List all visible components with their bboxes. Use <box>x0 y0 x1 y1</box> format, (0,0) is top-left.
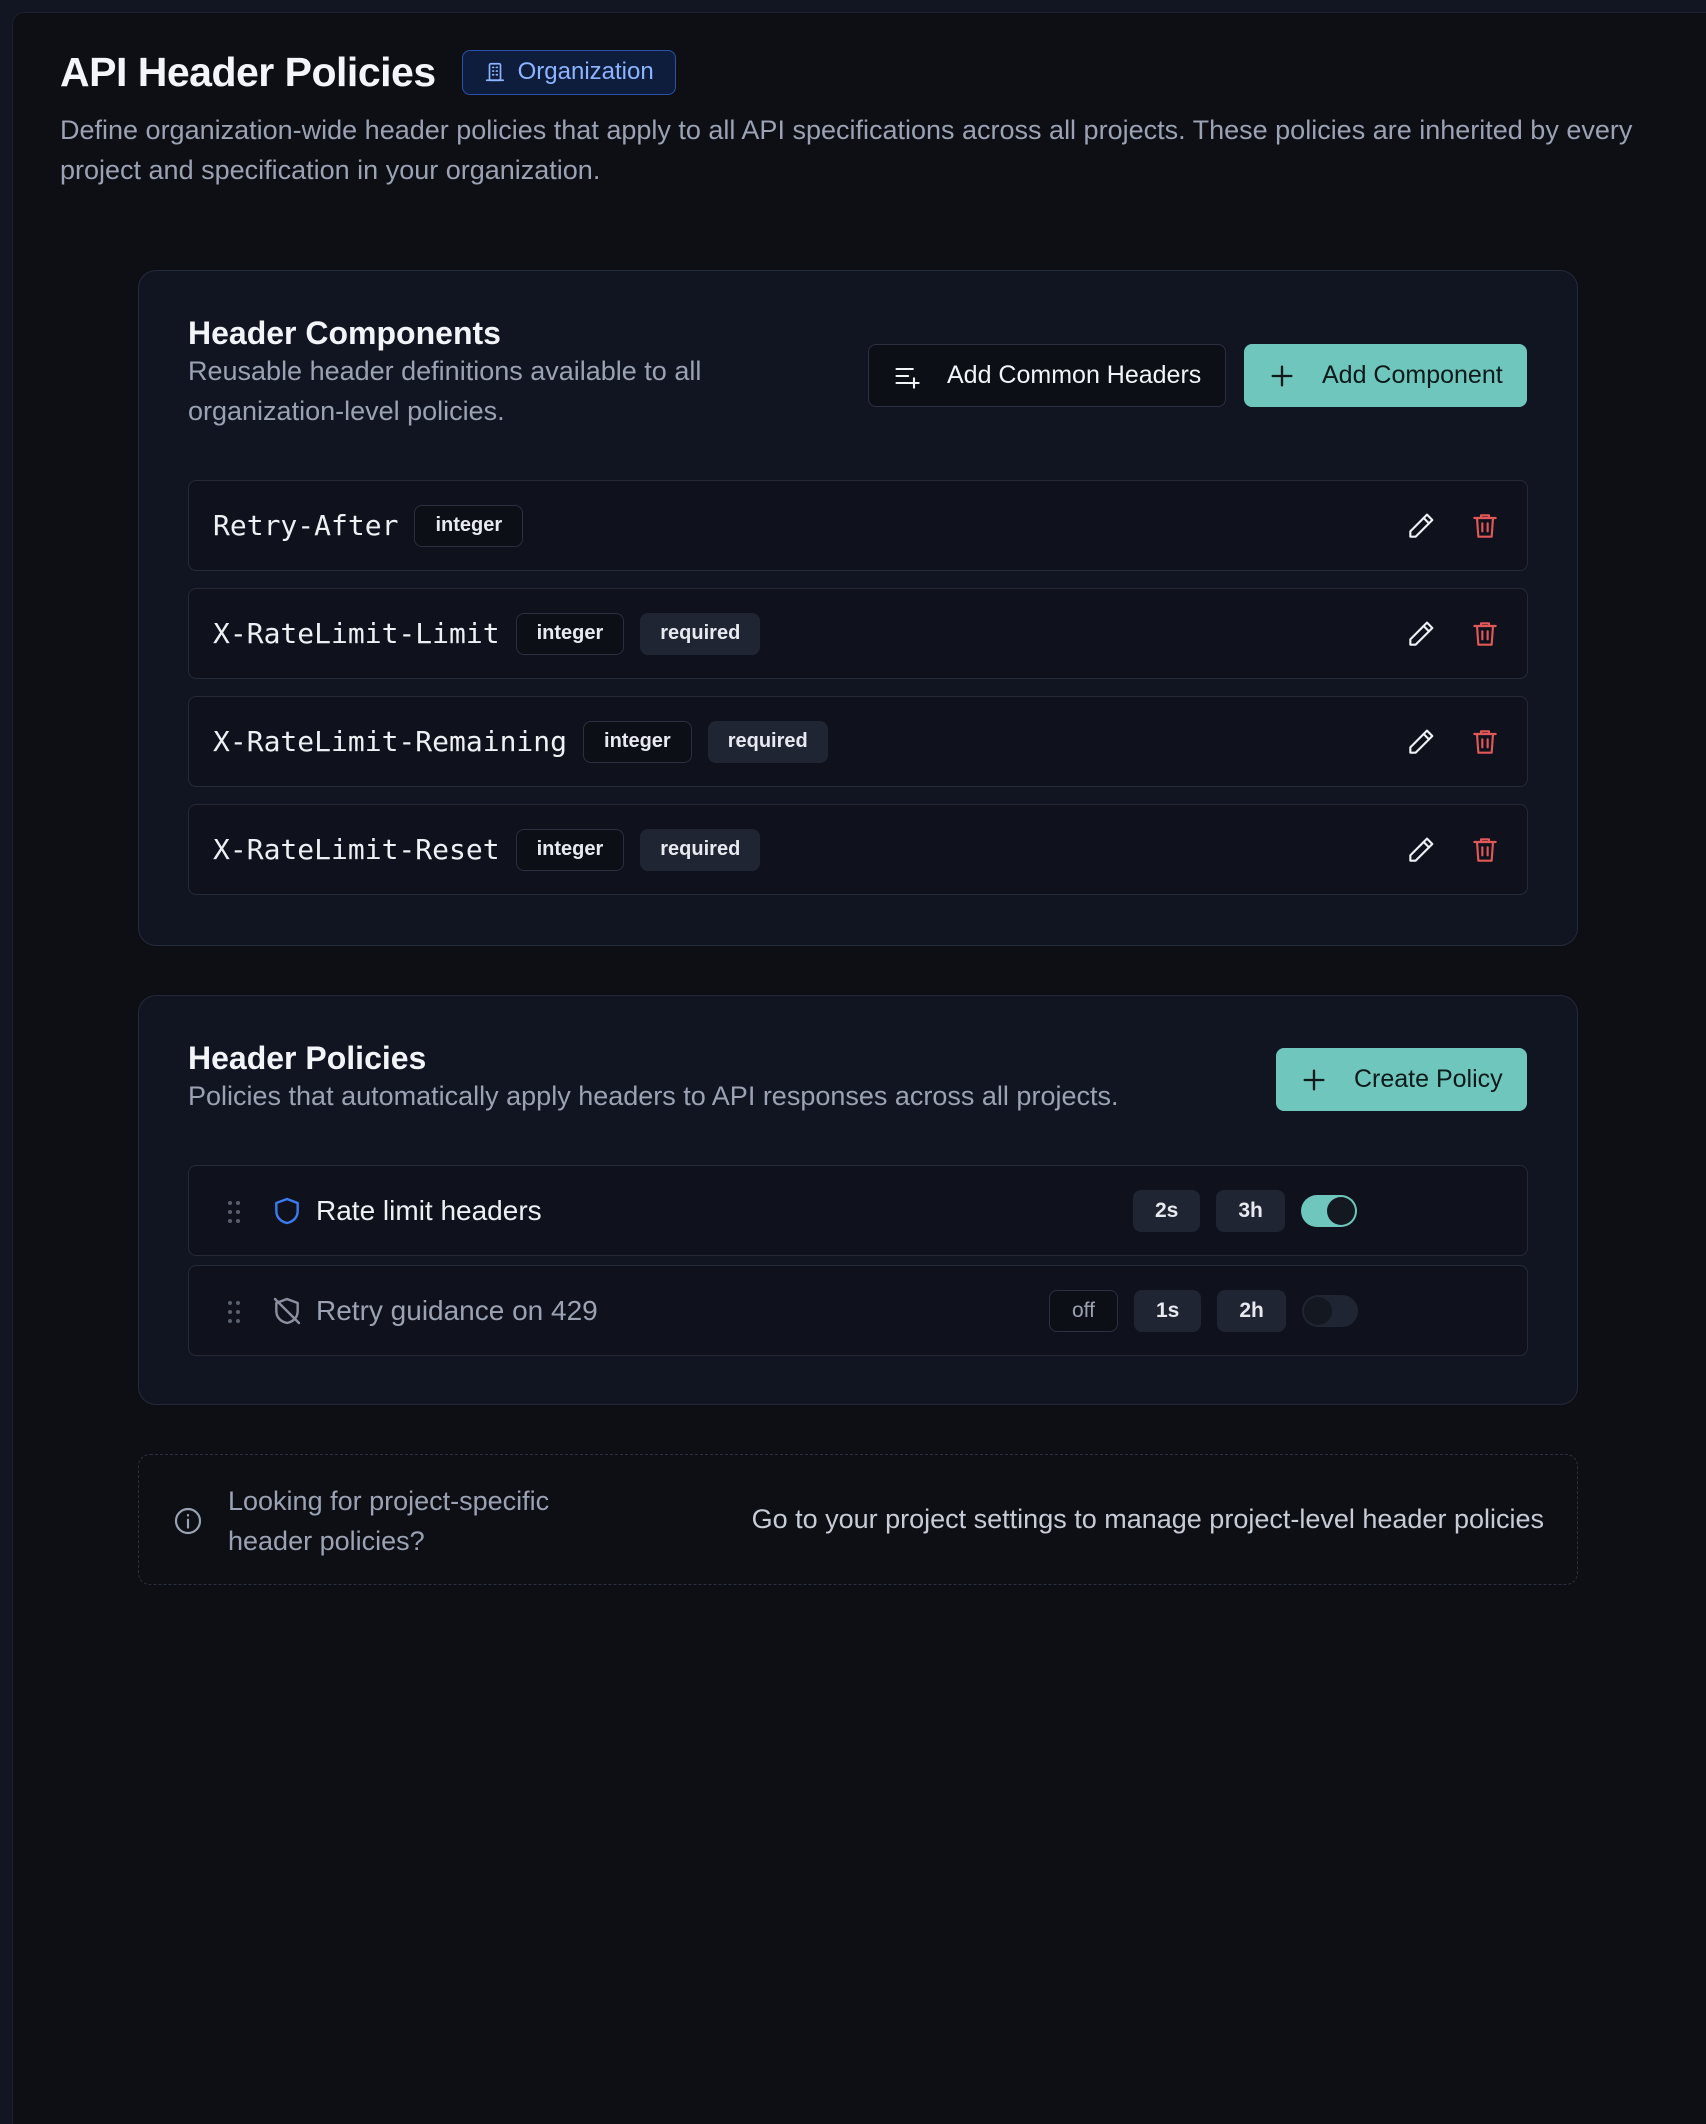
plus-icon <box>1303 1069 1325 1090</box>
add-common-headers-label: Add Common Headers <box>947 361 1202 389</box>
type-tag: integer <box>414 504 524 547</box>
delete-trash-icon[interactable] <box>1469 726 1501 758</box>
policy-chip: 1s <box>1133 1290 1202 1332</box>
info-icon <box>174 1507 202 1535</box>
organization-badge-label: Organization <box>517 58 654 85</box>
drag-handle-icon[interactable] <box>227 1300 241 1324</box>
page-header: API Header Policies Organization Define … <box>60 48 1660 190</box>
policies-title: Header Policies <box>188 1040 427 1076</box>
organization-badge: Organization <box>461 49 676 95</box>
component-row: Retry-After integer <box>188 480 1528 571</box>
header-components-card: Header Components Reusable header defini… <box>138 270 1578 946</box>
list-plus-icon <box>895 367 920 389</box>
create-policy-button[interactable]: Create Policy <box>1276 1048 1527 1111</box>
add-common-headers-button[interactable]: Add Common Headers <box>868 344 1227 407</box>
component-row: X-RateLimit-Remaining integer required <box>188 696 1528 787</box>
component-name: Retry-After <box>213 509 399 542</box>
add-component-label: Add Component <box>1322 361 1503 389</box>
project-policies-info: Looking for project-specific header poli… <box>138 1454 1578 1585</box>
component-row: X-RateLimit-Reset integer required <box>188 804 1528 895</box>
delete-trash-icon[interactable] <box>1469 618 1501 650</box>
page-title: API Header Policies <box>60 48 436 95</box>
edit-pencil-icon[interactable] <box>1405 618 1437 650</box>
components-subtitle-line2: organization-level policies. <box>188 396 505 426</box>
policy-enable-toggle[interactable] <box>1300 1195 1357 1227</box>
type-tag: integer <box>583 720 692 763</box>
shield-icon <box>275 1197 299 1225</box>
components-title: Header Components <box>188 315 501 351</box>
required-tag: required <box>707 720 828 763</box>
policy-chip: 3h <box>1216 1190 1285 1232</box>
component-row: X-RateLimit-Limit integer required <box>188 588 1528 679</box>
drag-handle-icon[interactable] <box>227 1200 241 1224</box>
policy-name: Retry guidance on 429 <box>316 1294 598 1326</box>
component-name: X-RateLimit-Reset <box>213 833 500 866</box>
building-icon <box>485 62 504 82</box>
component-name: X-RateLimit-Limit <box>213 617 500 650</box>
policies-subtitle: Policies that automatically apply header… <box>188 1081 1119 1111</box>
info-question: Looking for project-specific header poli… <box>228 1486 550 1556</box>
component-name: X-RateLimit-Remaining <box>213 725 568 758</box>
delete-trash-icon[interactable] <box>1469 834 1501 866</box>
edit-pencil-icon[interactable] <box>1405 834 1437 866</box>
shield-off-icon <box>273 1297 301 1325</box>
header-policies-card: Header Policies Policies that automatica… <box>138 995 1578 1405</box>
policy-enable-toggle[interactable] <box>1301 1295 1358 1327</box>
project-settings-link[interactable]: Go to your project settings to manage pr… <box>752 1455 1544 1584</box>
required-tag: required <box>640 828 761 871</box>
policy-name: Rate limit headers <box>316 1194 542 1226</box>
status-off-badge: off <box>1049 1290 1118 1332</box>
page-description: Define organization-wide header policies… <box>60 115 1633 185</box>
policy-chip: 2s <box>1133 1190 1201 1232</box>
edit-pencil-icon[interactable] <box>1405 726 1437 758</box>
type-tag: integer <box>515 612 625 655</box>
policy-row[interactable]: Rate limit headers 2s 3h <box>188 1165 1528 1256</box>
policy-row[interactable]: Retry guidance on 429 off 1s 2h <box>188 1265 1528 1356</box>
policy-chip: 2h <box>1217 1290 1286 1332</box>
components-subtitle-line1: Reusable header definitions available to… <box>188 356 702 386</box>
edit-pencil-icon[interactable] <box>1405 510 1437 542</box>
required-tag: required <box>640 612 761 655</box>
plus-icon <box>1271 365 1293 386</box>
create-policy-label: Create Policy <box>1354 1065 1503 1093</box>
delete-trash-icon[interactable] <box>1469 510 1501 542</box>
add-component-button[interactable]: Add Component <box>1244 344 1527 407</box>
type-tag: integer <box>515 828 625 871</box>
components-subtitle: Reusable header definitions available to… <box>188 351 701 431</box>
